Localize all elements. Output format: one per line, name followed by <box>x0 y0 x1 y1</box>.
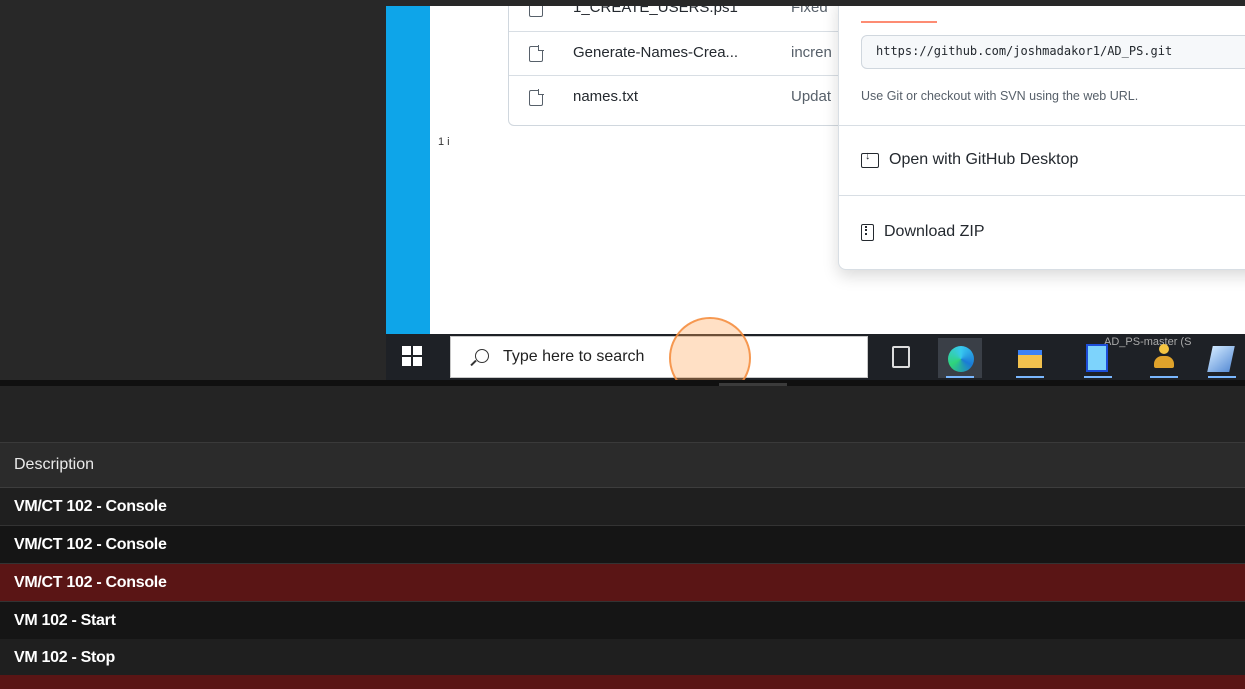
search-placeholder: Type here to search <box>503 348 645 365</box>
repo-file-list: 1_CREATE_USERS.ps1 Fixed Generate-Names-… <box>508 6 850 126</box>
task-description: VM/CT 102 - Console <box>14 498 167 515</box>
task-description: VM 102 - Start <box>14 612 116 629</box>
vm-desktop[interactable]: 1 i 1_CREATE_USERS.ps1 Fixed Generate-Na… <box>386 6 1245 334</box>
taskbar-app-ad-users[interactable] <box>1142 338 1186 378</box>
file-row[interactable]: Generate-Names-Crea... incren <box>509 31 849 76</box>
task-description: VM 102 - Stop <box>14 649 116 666</box>
https-tab-indicator[interactable] <box>861 21 937 23</box>
powershell-ise-icon <box>1207 346 1235 372</box>
file-icon <box>529 45 544 62</box>
file-commit-message[interactable]: Fixed <box>791 6 828 16</box>
download-zip-label: Download ZIP <box>884 223 985 240</box>
task-log-column-header[interactable]: Description <box>0 443 1245 488</box>
file-commit-message[interactable]: incren <box>791 44 832 61</box>
task-description: VM/CT 102 - Console <box>14 574 167 591</box>
browser-page: 1 i 1_CREATE_USERS.ps1 Fixed Generate-Na… <box>430 6 1245 334</box>
clone-help-text: Use Git or checkout with SVN using the w… <box>861 89 1139 103</box>
desktop-download-icon <box>861 150 879 168</box>
taskbar-app-server-manager[interactable] <box>1076 338 1120 378</box>
file-name[interactable]: names.txt <box>573 88 638 105</box>
task-log-row-error[interactable]: VM/CT 102 - Console <box>0 564 1245 602</box>
task-log-row-error-partial[interactable] <box>0 675 1245 689</box>
vm-console[interactable]: 1 i 1_CREATE_USERS.ps1 Fixed Generate-Na… <box>0 0 1245 399</box>
open-github-desktop-label: Open with GitHub Desktop <box>889 151 1079 168</box>
task-log-row[interactable]: VM 102 - Start <box>0 602 1245 640</box>
file-explorer-icon <box>1018 350 1042 368</box>
divider <box>839 125 1245 126</box>
task-log-row[interactable]: VM/CT 102 - Console <box>0 526 1245 564</box>
taskbar-search-input[interactable]: Type here to search <box>450 317 868 399</box>
task-view-icon[interactable] <box>892 346 910 368</box>
task-log-toolbar <box>0 386 1245 443</box>
file-icon <box>529 6 543 17</box>
task-log-row[interactable]: VM/CT 102 - Console <box>0 488 1245 526</box>
search-icon <box>475 349 489 363</box>
open-github-desktop-item[interactable]: Open with GitHub Desktop <box>861 145 1078 175</box>
task-description: VM/CT 102 - Console <box>14 536 167 553</box>
file-name[interactable]: Generate-Names-Crea... <box>573 44 738 61</box>
file-icon <box>529 89 544 106</box>
taskbar-app-powershell-ise[interactable] <box>1200 338 1244 378</box>
page-fragment-text: 1 i <box>438 136 450 148</box>
windows-start-icon[interactable] <box>402 346 424 368</box>
taskbar-app-explorer[interactable] <box>1008 338 1052 378</box>
task-log-row[interactable]: VM 102 - Stop <box>0 639 1245 677</box>
edge-browser-icon <box>948 346 974 372</box>
taskbar-app-edge[interactable] <box>938 338 982 378</box>
file-name[interactable]: 1_CREATE_USERS.ps1 <box>573 6 738 16</box>
file-zip-icon <box>861 223 874 241</box>
file-row[interactable]: names.txt Updat <box>509 75 849 120</box>
description-column-header[interactable]: Description <box>14 456 94 474</box>
divider <box>839 195 1245 196</box>
file-commit-message[interactable]: Updat <box>791 88 831 105</box>
clone-dropdown: https://github.com/joshmadakor1/AD_PS.gi… <box>838 6 1245 270</box>
clone-url-field[interactable]: https://github.com/joshmadakor1/AD_PS.gi… <box>861 35 1245 69</box>
active-directory-users-icon <box>1154 344 1174 370</box>
file-row[interactable]: 1_CREATE_USERS.ps1 Fixed <box>509 6 849 31</box>
download-zip-item[interactable]: Download ZIP <box>861 217 985 247</box>
windows-taskbar: Type here to search AD_PS-master (S <box>386 317 1245 399</box>
server-manager-icon <box>1086 344 1108 372</box>
